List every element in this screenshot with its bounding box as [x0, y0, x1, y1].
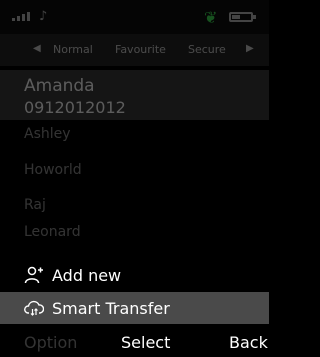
contact-item[interactable]: Leonard [24, 224, 81, 240]
tab-left-arrow-icon[interactable]: ◀ [33, 43, 41, 54]
contact-tabs: ◀ Normal Favourite Secure ▶ [0, 34, 269, 66]
menu-item-smart-transfer[interactable]: Smart Transfer [0, 292, 269, 324]
menu-item-add-new[interactable]: Add new [0, 259, 269, 291]
leaf-icon: ❦ [204, 8, 218, 27]
softkey-back[interactable]: Back [229, 333, 268, 352]
tab-secure[interactable]: Secure [188, 43, 226, 56]
options-menu: Add new Smart Transfer [0, 256, 269, 324]
tab-favourite[interactable]: Favourite [115, 43, 166, 56]
battery-icon [229, 12, 256, 22]
contact-item[interactable]: Ashley [24, 126, 71, 142]
menu-item-label: Add new [52, 266, 122, 285]
softkey-option[interactable]: Option [24, 333, 77, 352]
tab-right-arrow-icon[interactable]: ▶ [246, 43, 254, 54]
contact-item-selected[interactable]: Amanda 0912012012 [0, 70, 269, 120]
contact-number: 0912012012 [24, 98, 126, 117]
contact-name: Amanda [24, 76, 95, 96]
menu-item-label: Smart Transfer [52, 299, 170, 318]
softkey-bar: Option Select Back [0, 327, 269, 357]
contact-item[interactable]: Raj [24, 197, 46, 213]
cloud-transfer-icon [24, 300, 44, 316]
tab-normal[interactable]: Normal [53, 43, 93, 56]
add-user-icon [24, 266, 43, 284]
contact-item[interactable]: Howorld [24, 162, 82, 178]
signal-bars-icon [12, 12, 30, 21]
softkey-select[interactable]: Select [121, 333, 170, 352]
status-bar: ♪ ❦ [0, 0, 269, 34]
music-note-icon: ♪ [39, 9, 48, 24]
contact-list: Amanda 0912012012 Ashley Howorld Raj Leo… [0, 66, 269, 254]
